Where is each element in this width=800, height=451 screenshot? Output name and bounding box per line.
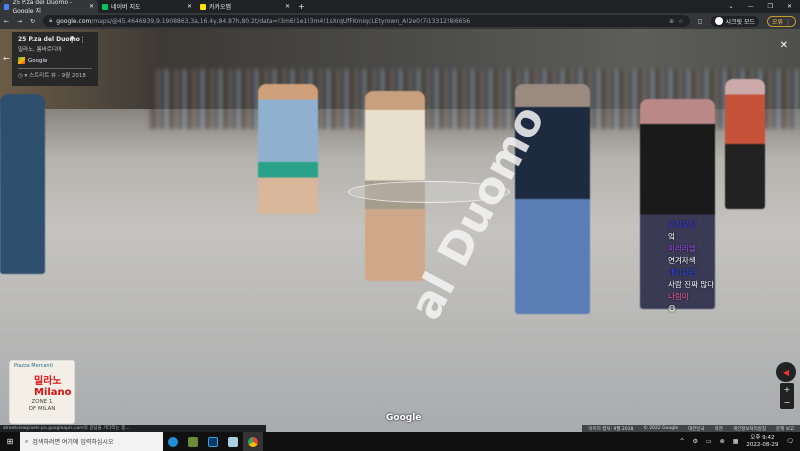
error-button[interactable]: 오류 ⋮	[767, 15, 796, 27]
new-tab-button[interactable]: +	[298, 2, 305, 11]
back-arrow-icon[interactable]: ←	[3, 54, 10, 63]
footer-terms-link[interactable]: 약관	[715, 426, 723, 432]
zoom-in-button[interactable]: +	[784, 385, 791, 394]
minimap-zone: ZONE 1	[31, 399, 53, 405]
chat-username: 오징오징	[668, 220, 696, 229]
footer-capture-date: 이미지 캡처: 9월 2018	[588, 426, 634, 432]
minimize-button[interactable]: —	[748, 3, 754, 10]
taskbar: ⊞ ⌕ 검색하려면 여기에 입력하십시오 ^ ⚙ ▭ ⊗ ▦ 오후 9:42 202…	[0, 432, 800, 451]
url-domain: google.com	[56, 17, 92, 25]
chat-message: 연겨자색	[668, 256, 696, 265]
browser-status-text: streetviewpixels-pa.googleapis.com의 응답을 …	[0, 425, 266, 432]
search-icon: ⌕	[25, 437, 29, 445]
zoom-out-button[interactable]: −	[784, 398, 791, 407]
edge-icon[interactable]	[163, 432, 183, 451]
reload-button[interactable]: ↻	[30, 18, 35, 25]
maximize-button[interactable]: ❐	[768, 3, 773, 10]
tab-naver-map[interactable]: 네이버 지도 ✕	[98, 0, 196, 13]
chrome-icon[interactable]	[243, 432, 263, 451]
profile-button[interactable]: 시크릿 모드	[710, 15, 760, 27]
zoom-icon[interactable]: ⊕	[669, 18, 674, 25]
footer-copyright: © 2022 Google	[643, 426, 679, 431]
compass-icon[interactable]: ◀	[776, 362, 796, 382]
back-button[interactable]: ←	[4, 18, 9, 25]
battery-icon[interactable]: ▭	[706, 438, 712, 445]
chat-username: 개미고원	[668, 268, 696, 277]
imagery-source: Google	[28, 57, 48, 64]
footer-report-link[interactable]: 문제 보고	[776, 426, 794, 432]
lock-icon: 🔒︎	[49, 17, 53, 24]
taskbar-search-placeholder: 검색하려면 여기에 입력하십시오	[32, 439, 114, 446]
chat-username: 나림미	[668, 292, 689, 301]
footer-country-link[interactable]: 대한민국	[688, 426, 705, 432]
address-bar-row: ← → ↻ 🔒︎ google.com/maps/@45.4646939,9.1908…	[0, 13, 800, 29]
chat-emoji: 😷	[668, 304, 676, 313]
tray-app-icon[interactable]: ⚙	[693, 438, 698, 445]
close-tab-icon[interactable]: ✕	[187, 3, 192, 10]
close-tab-icon[interactable]: ✕	[89, 3, 94, 10]
pedestrian	[258, 84, 318, 214]
close-window-button[interactable]: ✕	[787, 3, 792, 10]
zoom-control: + −	[780, 383, 794, 409]
google-maps-logo-icon	[18, 57, 25, 64]
clock-date: 2022-08-29	[746, 441, 779, 448]
tab-google-maps[interactable]: 25 P.za del Duomo - Google 지 ✕	[0, 0, 98, 15]
kakao-favicon-icon	[200, 3, 206, 10]
minimap-zone-2: OF MILAN	[28, 406, 56, 412]
windows-start-icon[interactable]: ⊞	[0, 437, 20, 446]
minimap-city-en: Milano	[34, 387, 72, 398]
profile-label: 시크릿 모드	[725, 18, 756, 26]
error-label: 오류	[772, 18, 784, 26]
pedestrian	[725, 79, 765, 209]
tab-search-icon[interactable]: ⌄	[729, 3, 734, 10]
tab-bar: 25 P.za del Duomo - Google 지 ✕ 네이버 지도 ✕ 카카…	[0, 0, 800, 15]
bookmark-star-icon[interactable]: ☆	[678, 18, 683, 25]
location-pin-icon[interactable]: 📍︎ ⋮	[68, 36, 86, 44]
ime-icon[interactable]: ▦	[733, 438, 739, 445]
tab-title: 네이버 지도	[111, 4, 141, 11]
app-icon[interactable]	[223, 432, 243, 451]
naver-favicon-icon	[102, 3, 108, 10]
forward-button[interactable]: →	[17, 18, 22, 25]
notification-icon[interactable]: 🗨︎	[786, 438, 794, 445]
capture-date: 스트리트 뷰 - 9월 2018	[29, 73, 86, 79]
tray-chevron-icon[interactable]: ^	[680, 438, 685, 445]
url-path: /maps/@45.4646939,9.1908863,3a,16.4y,84.…	[91, 17, 471, 25]
street-view-panorama[interactable]: al Duomo 25 P.za del Duomo 📍︎ ⋮ 밀라노, 롬바르…	[0, 29, 800, 432]
taskbar-search[interactable]: ⌕ 검색하려면 여기에 입력하십시오	[20, 432, 163, 451]
vegas-icon[interactable]	[203, 432, 223, 451]
place-info-card: 25 P.za del Duomo 📍︎ ⋮ 밀라노, 롬바르디아 Google…	[12, 32, 98, 86]
minimap-place-label: Piazza Mercanti	[14, 363, 53, 369]
maps-favicon-icon	[4, 3, 10, 10]
chat-message: 사람 진짜 많다	[668, 280, 715, 289]
chat-username: 미라리엘	[668, 244, 696, 253]
chat-message: 엌	[668, 232, 675, 241]
tab-kakao-map[interactable]: 카카오맵 ✕	[196, 0, 294, 13]
place-subtitle: 밀라노, 롬바르디아	[18, 47, 62, 53]
clock-time: 오후 9:42	[750, 434, 775, 441]
clock[interactable]: 오후 9:42 2022-08-29	[746, 435, 778, 449]
minecraft-icon[interactable]	[183, 432, 203, 451]
footer-privacy-link[interactable]: 개인정보처리방침	[733, 426, 766, 432]
google-logo: Google	[386, 413, 422, 423]
close-tab-icon[interactable]: ✕	[285, 3, 290, 10]
incognito-icon	[714, 17, 723, 25]
close-street-view-icon[interactable]: ✕	[780, 40, 788, 51]
sidepanel-icon[interactable]: ◻	[698, 18, 703, 25]
network-icon[interactable]: ⊗	[720, 438, 725, 445]
minimap-city-ko: 밀라노	[34, 376, 62, 387]
tab-title: 카카오맵	[209, 4, 232, 11]
chat-overlay: 오징오징엌 미라리엘연겨자색 개미고원사람 진짜 많다 나림미 😷	[668, 219, 714, 315]
map-footer: 이미지 캡처: 9월 2018 © 2022 Google 대한민국 약관 개인…	[582, 425, 800, 432]
url-input[interactable]: 🔒︎ google.com/maps/@45.4646939,9.1908863,…	[43, 15, 690, 27]
date-selector[interactable]: ◷ ▾ 스트리트 뷰 - 9월 2018	[18, 71, 92, 79]
pedestrian	[0, 94, 45, 274]
minimap[interactable]: Piazza Mercanti 밀라노 Milano ZONE 1 OF MIL…	[9, 360, 75, 424]
